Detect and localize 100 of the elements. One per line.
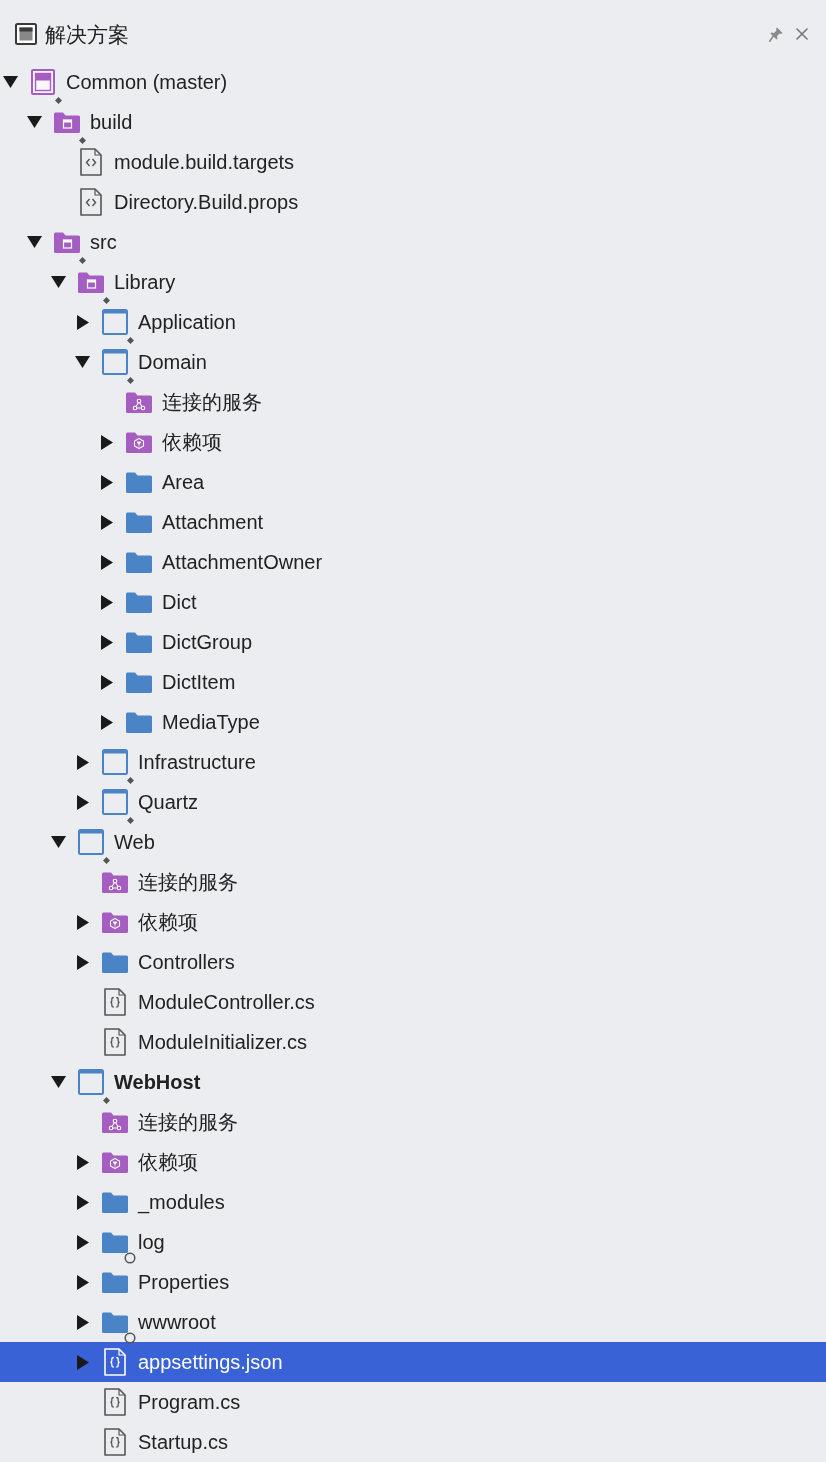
code-file-icon <box>80 188 102 216</box>
tree-row[interactable]: Infrastructure <box>0 742 826 782</box>
tree-row[interactable]: Controllers <box>0 942 826 982</box>
folder-icon <box>126 551 152 573</box>
caret-right-icon[interactable] <box>77 1234 89 1250</box>
caret-right-icon[interactable] <box>77 794 89 810</box>
tree-label: Quartz <box>138 792 199 812</box>
folder-icon <box>102 1311 128 1333</box>
tree-row[interactable]: Area <box>0 462 826 502</box>
tree-row[interactable]: Application <box>0 302 826 342</box>
caret-right-icon[interactable] <box>101 714 113 730</box>
tree-row[interactable]: 连接的服务 <box>0 862 826 902</box>
tree-label: Properties <box>138 1272 230 1292</box>
caret-right-icon[interactable] <box>77 754 89 770</box>
tree-row[interactable]: 依赖项 <box>0 1142 826 1182</box>
caret-right-icon[interactable] <box>101 594 113 610</box>
caret-right-icon[interactable] <box>77 1154 89 1170</box>
folder-icon <box>54 111 80 133</box>
tree-row[interactable]: ModuleInitializer.cs <box>0 1022 826 1062</box>
caret-right-icon[interactable] <box>77 314 89 330</box>
tree-row[interactable]: wwwroot <box>0 1302 826 1342</box>
caret-right-icon[interactable] <box>77 1314 89 1330</box>
tree-row[interactable]: Domain <box>0 342 826 382</box>
tree-row[interactable]: Quartz <box>0 782 826 822</box>
tree-label: Library <box>114 272 176 292</box>
tree-row[interactable]: src <box>0 222 826 262</box>
caret-right-icon[interactable] <box>101 634 113 650</box>
folder-icon <box>102 1191 128 1213</box>
tree-label: DictItem <box>162 672 236 692</box>
tree-label: Startup.cs <box>138 1432 229 1452</box>
caret-right-icon[interactable] <box>77 914 89 930</box>
caret-right-icon[interactable] <box>101 474 113 490</box>
braces-file-icon <box>104 1388 126 1416</box>
caret-right-icon[interactable] <box>77 1194 89 1210</box>
project-icon <box>102 309 128 335</box>
tree-row[interactable]: module.build.targets <box>0 142 826 182</box>
caret-down-icon[interactable] <box>27 116 42 128</box>
folder-icon <box>126 591 152 613</box>
caret-down-icon[interactable] <box>3 76 18 88</box>
package-folder-icon <box>126 431 152 453</box>
caret-right-icon[interactable] <box>77 1274 89 1290</box>
tree-row[interactable]: 连接的服务 <box>0 1102 826 1142</box>
tree-row[interactable]: Program.cs <box>0 1382 826 1422</box>
caret-down-icon[interactable] <box>51 276 66 288</box>
tree-row[interactable]: DictItem <box>0 662 826 702</box>
diamond-icon <box>79 137 86 144</box>
project-icon <box>102 789 128 815</box>
solution-icon <box>31 69 55 95</box>
folder-icon <box>126 631 152 653</box>
tree-row[interactable]: 依赖项 <box>0 902 826 942</box>
tree-row[interactable]: DictGroup <box>0 622 826 662</box>
tree-label: Common (master) <box>66 72 228 92</box>
tree-row[interactable]: Startup.cs <box>0 1422 826 1462</box>
package-folder-icon <box>102 1151 128 1173</box>
tree-row[interactable]: appsettings.json <box>0 1342 826 1382</box>
folder-icon <box>102 1271 128 1293</box>
caret-right-icon[interactable] <box>101 514 113 530</box>
braces-file-icon <box>104 988 126 1016</box>
tree-row[interactable]: log <box>0 1222 826 1262</box>
pin-icon[interactable] <box>769 26 783 42</box>
caret-down-icon[interactable] <box>51 1076 66 1088</box>
caret-right-icon[interactable] <box>101 554 113 570</box>
tree-label: 连接的服务 <box>138 1112 238 1132</box>
tree-row[interactable]: Web <box>0 822 826 862</box>
caret-right-icon[interactable] <box>101 434 113 450</box>
ring-icon <box>124 1252 136 1264</box>
tree-row[interactable]: 连接的服务 <box>0 382 826 422</box>
tree-row[interactable]: Properties <box>0 1262 826 1302</box>
tree-row[interactable]: build <box>0 102 826 142</box>
network-folder-icon <box>102 1111 128 1133</box>
caret-down-icon[interactable] <box>51 836 66 848</box>
tree-row[interactable]: Library <box>0 262 826 302</box>
tree-label: ModuleController.cs <box>138 992 315 1012</box>
folder-icon <box>102 951 128 973</box>
network-folder-icon <box>126 391 152 413</box>
braces-file-icon <box>104 1348 126 1376</box>
tree-row[interactable]: AttachmentOwner <box>0 542 826 582</box>
caret-down-icon[interactable] <box>27 236 42 248</box>
tree-label: Dict <box>162 592 197 612</box>
tree-label: 依赖项 <box>138 912 198 932</box>
tree-row[interactable]: MediaType <box>0 702 826 742</box>
tree-row[interactable]: _modules <box>0 1182 826 1222</box>
caret-down-icon[interactable] <box>75 356 90 368</box>
tree-row[interactable]: WebHost <box>0 1062 826 1102</box>
folder-icon <box>126 671 152 693</box>
caret-right-icon[interactable] <box>77 954 89 970</box>
close-icon[interactable] <box>796 28 808 40</box>
package-folder-icon <box>102 911 128 933</box>
tree-row[interactable]: Dict <box>0 582 826 622</box>
tree-label: 连接的服务 <box>138 872 238 892</box>
tree-row[interactable]: Directory.Build.props <box>0 182 826 222</box>
braces-file-icon <box>104 1028 126 1056</box>
diamond-icon <box>103 297 110 304</box>
diamond-icon <box>103 1097 110 1104</box>
caret-right-icon[interactable] <box>101 674 113 690</box>
tree-row[interactable]: Common (master) <box>0 62 826 102</box>
tree-row[interactable]: Attachment <box>0 502 826 542</box>
tree-row[interactable]: ModuleController.cs <box>0 982 826 1022</box>
tree-row[interactable]: 依赖项 <box>0 422 826 462</box>
tree-label: _modules <box>138 1192 225 1212</box>
